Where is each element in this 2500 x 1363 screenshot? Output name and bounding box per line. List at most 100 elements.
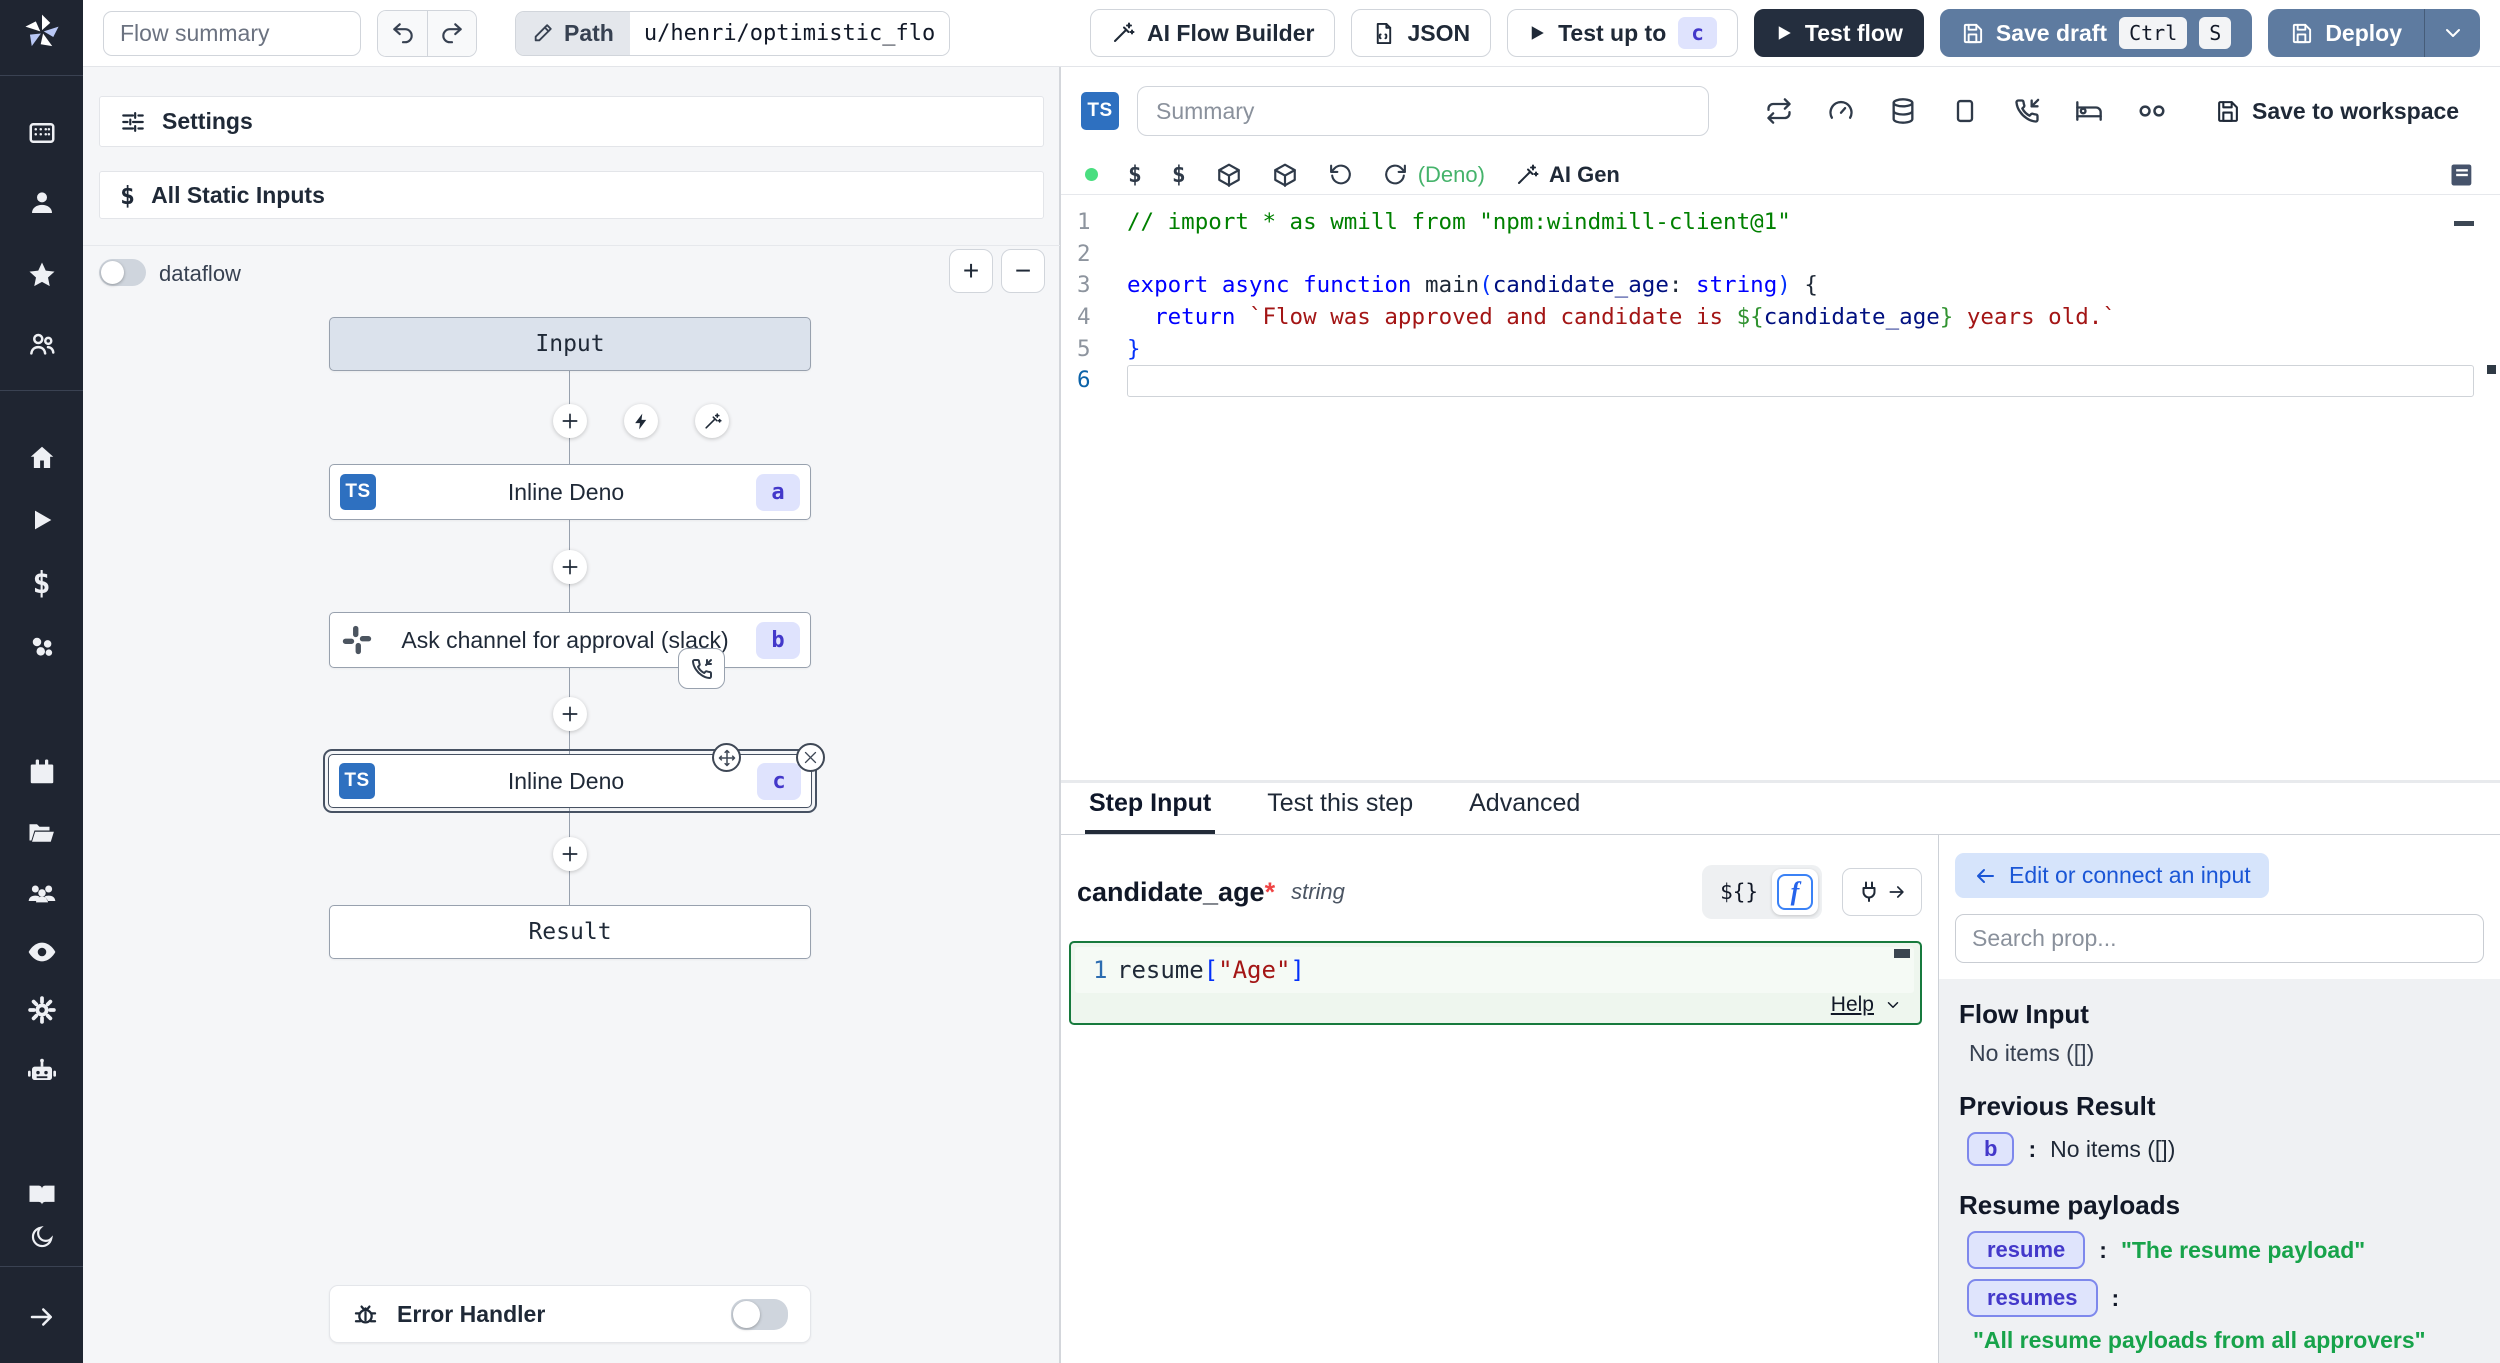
- workers-robot-icon[interactable]: [0, 1056, 83, 1088]
- node-id-badge: a: [756, 474, 800, 511]
- error-handler-bar[interactable]: Error Handler: [329, 1285, 811, 1343]
- function-f-icon: f: [1777, 874, 1813, 910]
- test-flow-button[interactable]: Test flow: [1754, 9, 1924, 57]
- suspend-phone-icon[interactable]: [2013, 97, 2041, 125]
- flow-node-step-b[interactable]: Ask channel for approval (slack) b: [329, 612, 811, 668]
- sliders-icon: [120, 109, 146, 135]
- save-to-workspace-button[interactable]: Save to workspace: [2215, 98, 2459, 125]
- previous-result-badge[interactable]: b: [1967, 1132, 2014, 1166]
- search-prop-input[interactable]: [1955, 914, 2484, 963]
- zoom-in-button[interactable]: +: [949, 249, 993, 293]
- arrow-right-icon: [1887, 882, 1907, 902]
- undo-button[interactable]: [378, 11, 427, 56]
- required-marker: *: [1265, 877, 1276, 908]
- path-value[interactable]: u/henri/optimistic_flo: [630, 12, 949, 55]
- function-mode-option[interactable]: f: [1772, 869, 1818, 915]
- ai-insert-wand-button[interactable]: [695, 404, 729, 438]
- concurrency-voicemail-icon[interactable]: [2137, 96, 2167, 126]
- prop-key-resumes[interactable]: resumes: [1967, 1279, 2098, 1317]
- flow-summary-input[interactable]: [103, 11, 361, 56]
- tab-advanced[interactable]: Advanced: [1465, 781, 1584, 834]
- groups-icon[interactable]: [0, 877, 83, 909]
- refresh-runtime-icon[interactable]: (Deno): [1383, 162, 1485, 188]
- code-editor[interactable]: 1// import * as wmill from "npm:windmill…: [1061, 195, 2500, 780]
- flow-input-title: Flow Input: [1959, 999, 2480, 1030]
- prop-key-resume[interactable]: resume: [1967, 1231, 2085, 1269]
- resources-icon[interactable]: [0, 632, 83, 662]
- folder-open-icon[interactable]: [0, 818, 83, 848]
- save-draft-button[interactable]: Save draft Ctrl S: [1940, 9, 2252, 57]
- tab-step-input[interactable]: Step Input: [1085, 781, 1215, 834]
- user-group-icon[interactable]: [0, 329, 83, 359]
- trigger-bolt-button[interactable]: [624, 404, 658, 438]
- home-icon[interactable]: [0, 443, 83, 473]
- zoom-out-button[interactable]: −: [1001, 249, 1045, 293]
- path-label: Path: [516, 12, 630, 55]
- available-props: Flow Input No items ([]) Previous Result…: [1939, 979, 2500, 1363]
- audit-eye-icon[interactable]: [0, 936, 83, 968]
- windmill-logo[interactable]: [0, 10, 83, 54]
- suspend-approval-phone-icon[interactable]: [678, 648, 725, 689]
- connect-input-plug-button[interactable]: [1842, 868, 1922, 916]
- deploy-dropdown-button[interactable]: [2424, 9, 2480, 57]
- previous-result-value: No items ([]): [2050, 1136, 2175, 1163]
- all-static-inputs-bar[interactable]: $ All Static Inputs: [99, 171, 1044, 219]
- deploy-button[interactable]: Deploy: [2268, 9, 2424, 57]
- ai-gen-button[interactable]: AI Gen: [1515, 162, 1620, 188]
- delete-node-button[interactable]: [796, 743, 825, 772]
- step-input-section: candidate_age* string ${} f 1 resume["Ag…: [1061, 835, 1938, 1363]
- package-cube-icon[interactable]: [1216, 162, 1242, 188]
- test-up-to-button[interactable]: Test up to c: [1507, 9, 1738, 57]
- schedules-calendar-icon[interactable]: [0, 757, 83, 787]
- star-icon[interactable]: [0, 260, 83, 290]
- ai-flow-builder-button[interactable]: AI Flow Builder: [1090, 9, 1335, 57]
- template-mode-option[interactable]: ${}: [1706, 880, 1772, 904]
- flow-node-result[interactable]: Result: [329, 905, 811, 959]
- redo-button[interactable]: [427, 11, 476, 56]
- retry-repeat-icon[interactable]: [1765, 97, 1793, 125]
- typescript-icon: TS: [1081, 92, 1119, 130]
- user-icon[interactable]: [0, 188, 83, 218]
- docs-book-icon[interactable]: [0, 1180, 83, 1210]
- mock-square-icon[interactable]: [1951, 97, 1979, 125]
- edit-or-connect-button[interactable]: Edit or connect an input: [1955, 853, 2269, 898]
- minimap-slider[interactable]: [2487, 365, 2496, 374]
- path-chip[interactable]: Path u/henri/optimistic_flo: [515, 11, 950, 56]
- variable-picker-icon[interactable]: $: [1128, 162, 1142, 188]
- expression-help-link[interactable]: Help: [1831, 993, 1902, 1017]
- insert-step-button[interactable]: [553, 550, 587, 584]
- error-handler-toggle[interactable]: [731, 1299, 788, 1330]
- kbd-s: S: [2199, 17, 2231, 49]
- dataflow-toggle[interactable]: [99, 259, 146, 286]
- variables-dollar-icon[interactable]: $: [0, 566, 83, 601]
- wand-icon: [1111, 21, 1135, 45]
- dataflow-label: dataflow: [159, 261, 241, 287]
- expression-editor[interactable]: 1 resume["Age"] Help: [1069, 941, 1922, 1025]
- dark-mode-moon-icon[interactable]: [0, 1224, 83, 1250]
- insert-step-button[interactable]: [553, 837, 587, 871]
- runs-play-icon[interactable]: [0, 506, 83, 534]
- package-cube-icon[interactable]: [1272, 162, 1298, 188]
- tab-test-this-step[interactable]: Test this step: [1263, 781, 1417, 834]
- flow-settings-bar[interactable]: Settings: [99, 96, 1044, 147]
- node-label: Inline Deno: [376, 479, 756, 506]
- input-mode-toggle: ${} f: [1702, 865, 1822, 919]
- early-stop-gauge-icon[interactable]: [1827, 97, 1855, 125]
- file-json-icon: [1372, 22, 1395, 45]
- settings-gear-icon[interactable]: [0, 995, 83, 1025]
- insert-step-button[interactable]: [553, 697, 587, 731]
- workspace-grid-icon[interactable]: [0, 118, 83, 148]
- cache-database-icon[interactable]: [1889, 97, 1917, 125]
- resource-picker-icon[interactable]: $: [1172, 162, 1186, 188]
- library-book-icon[interactable]: [2448, 161, 2476, 189]
- step-summary-input[interactable]: [1137, 86, 1709, 136]
- move-node-handle[interactable]: [712, 743, 741, 772]
- insert-step-button[interactable]: [553, 404, 587, 438]
- code-lines: 1// import * as wmill from "npm:windmill…: [1061, 207, 2500, 397]
- expand-sidebar-arrow-icon[interactable]: [0, 1302, 83, 1332]
- reset-rotate-ccw-icon[interactable]: [1328, 162, 1353, 187]
- sleep-bed-icon[interactable]: [2075, 97, 2103, 125]
- flow-node-input[interactable]: Input: [329, 317, 811, 371]
- json-button[interactable]: JSON: [1351, 9, 1491, 57]
- flow-node-step-a[interactable]: TS Inline Deno a: [329, 464, 811, 520]
